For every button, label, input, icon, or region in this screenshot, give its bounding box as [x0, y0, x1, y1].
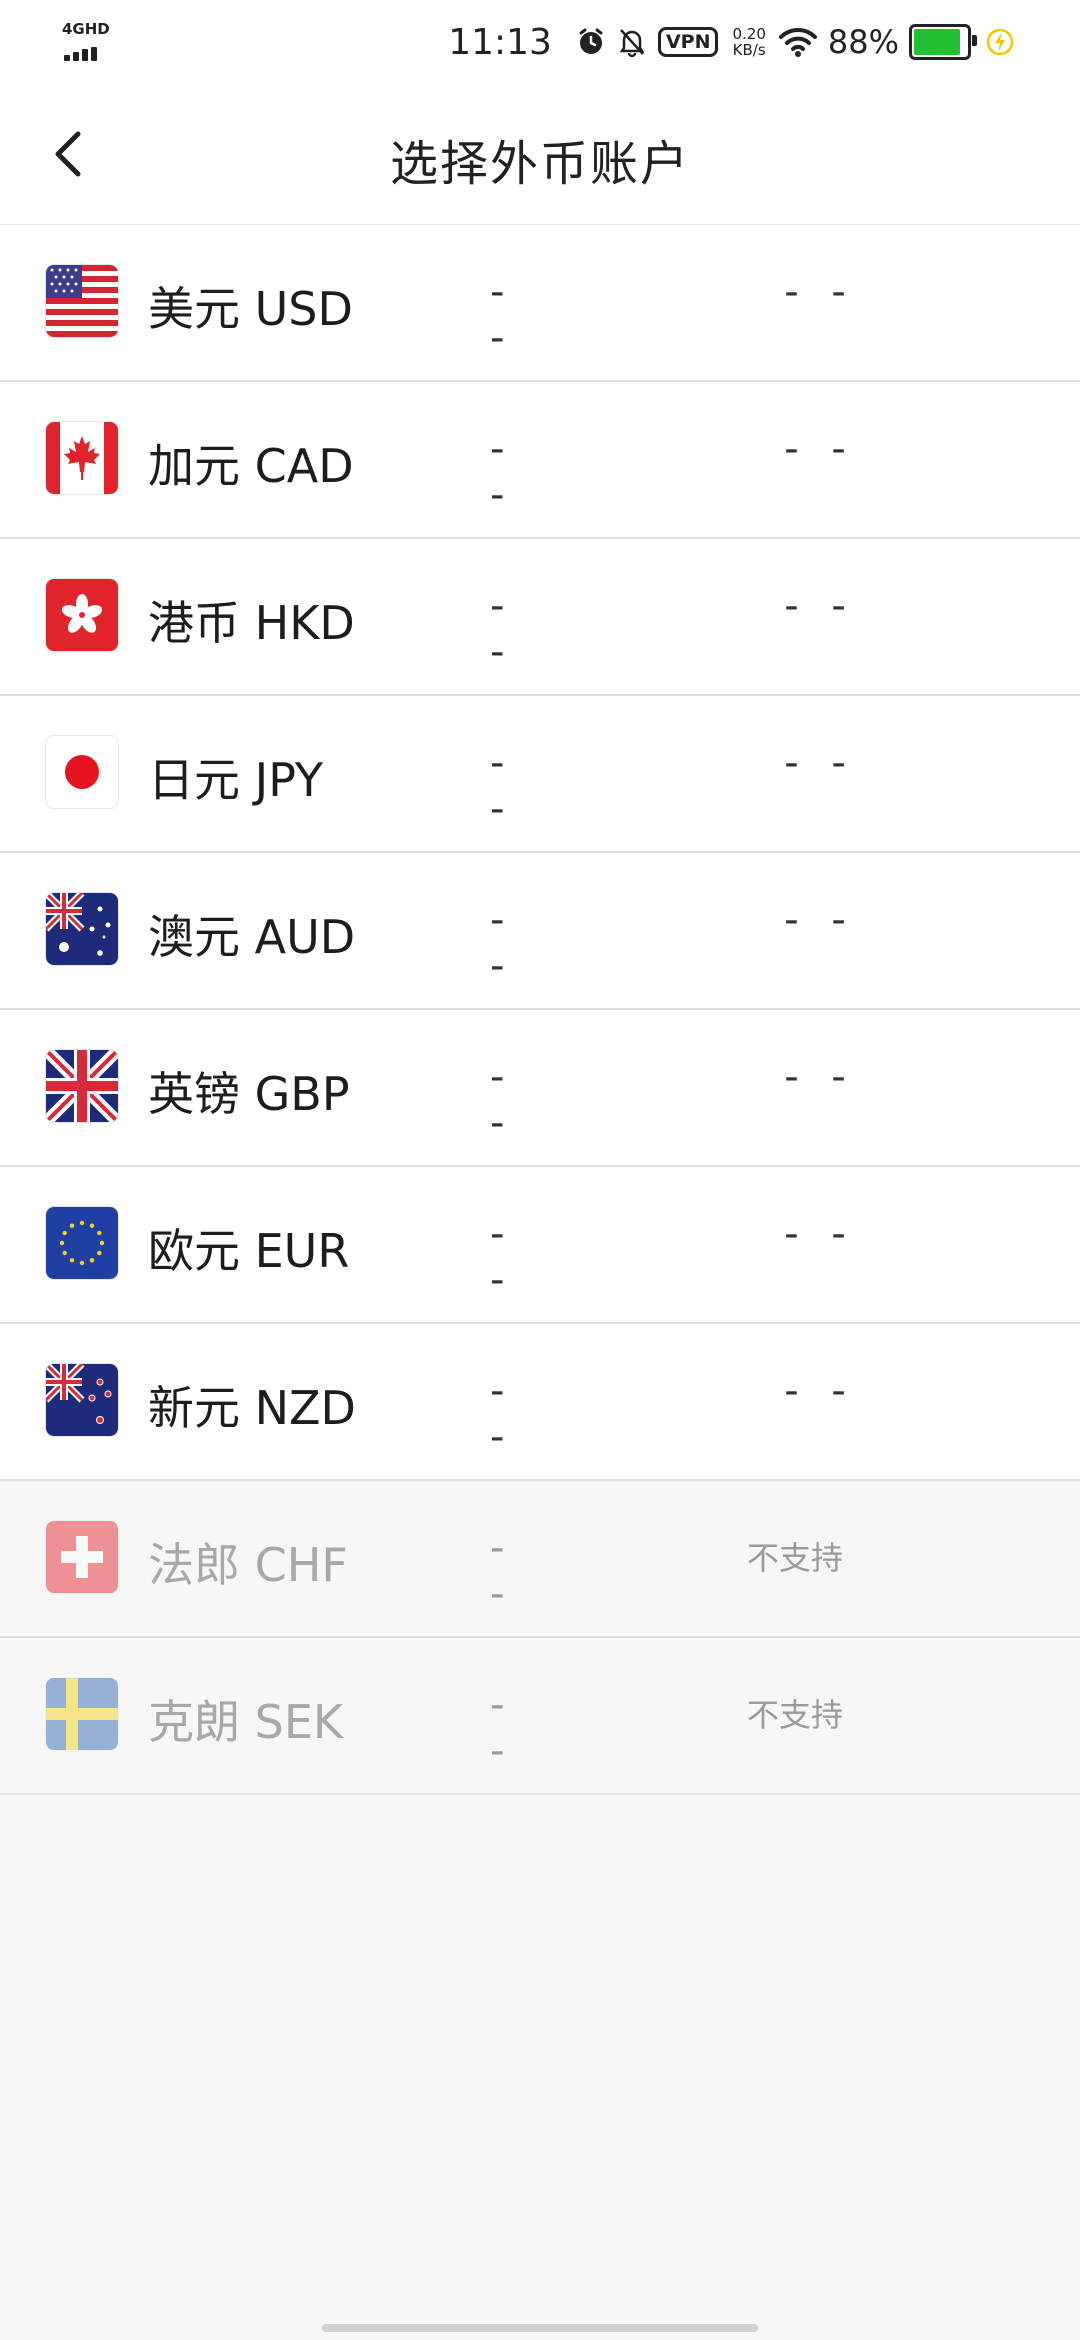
canada-flag-icon — [46, 422, 118, 494]
currency-row-gbp[interactable]: 英镑 GBP - - - - — [0, 1010, 1080, 1167]
currency-row-hkd[interactable]: 港币 HKD - - - - — [0, 539, 1080, 696]
switzerland-flag-icon — [46, 1521, 118, 1593]
currency-balance: - - — [490, 897, 515, 989]
currency-status: - - — [784, 1368, 856, 1414]
vpn-badge: VPN — [657, 27, 719, 57]
us-flag-icon — [46, 265, 118, 337]
currency-balance: - - — [490, 269, 515, 361]
battery-fill — [914, 29, 960, 55]
currency-row-jpy[interactable]: 日元 JPY - - - - — [0, 696, 1080, 853]
currency-status: - - — [784, 583, 856, 629]
new-zealand-flag-icon — [46, 1364, 118, 1436]
uk-flag-icon — [46, 1050, 118, 1122]
eu-flag-icon — [46, 1207, 118, 1279]
currency-name: 澳元 AUD — [148, 910, 356, 964]
currency-balance: - - — [490, 1368, 515, 1460]
currency-row-aud[interactable]: 澳元 AUD - - - - — [0, 853, 1080, 1010]
signal-indicator: 4GHD — [62, 20, 122, 61]
status-bar: 4GHD 11:13 VPN 0.20 KB/s 88% — [0, 0, 1080, 84]
wifi-icon — [778, 27, 817, 57]
currency-row-nzd[interactable]: 新元 NZD - - - - — [0, 1324, 1080, 1481]
bell-off-icon — [617, 26, 647, 58]
currency-row-cad[interactable]: 加元 CAD - - - - — [0, 382, 1080, 539]
home-indicator[interactable] — [322, 2324, 758, 2332]
battery-icon — [909, 24, 977, 60]
navigation-bar: 选择外币账户 — [0, 84, 1080, 225]
charging-icon — [985, 27, 1015, 57]
battery-percent: 88% — [827, 23, 899, 61]
currency-row-chf: 法郎 CHF - - 不支持 — [0, 1481, 1080, 1638]
currency-status: - - — [784, 1054, 856, 1100]
currency-balance: - - — [490, 740, 515, 832]
currency-name: 日元 JPY — [148, 753, 324, 807]
currency-balance: - - — [490, 1525, 515, 1617]
currency-name: 法郎 CHF — [148, 1538, 348, 1592]
speed-unit: KB/s — [732, 41, 766, 59]
sweden-flag-icon — [46, 1678, 118, 1750]
currency-name: 美元 USD — [148, 282, 353, 336]
currency-balance: - - — [490, 426, 515, 518]
currency-balance: - - — [490, 1211, 515, 1303]
currency-name: 新元 NZD — [148, 1381, 356, 1435]
signal-bars-icon — [64, 42, 100, 61]
currency-row-sek: 克朗 SEK - - 不支持 — [0, 1638, 1080, 1795]
unsupported-label: 不支持 — [746, 1539, 843, 1577]
currency-name: 加元 CAD — [148, 439, 354, 493]
page-title: 选择外币账户 — [389, 136, 690, 192]
currency-name: 欧元 EUR — [148, 1224, 350, 1278]
currency-name: 克朗 SEK — [148, 1695, 344, 1749]
currency-balance: - - — [490, 1054, 515, 1146]
network-speed: 0.20 KB/s — [732, 26, 765, 58]
currency-status: - - — [784, 897, 856, 943]
japan-flag-icon — [46, 736, 118, 808]
australia-flag-icon — [46, 893, 118, 965]
network-type: 4GHD — [62, 20, 110, 38]
currency-status: - - — [784, 740, 856, 786]
currency-name: 英镑 GBP — [148, 1067, 350, 1121]
alarm-icon — [575, 26, 607, 58]
currency-list: 美元 USD - - - - 加元 CAD - - - - 港币 HKD - -… — [0, 225, 1080, 1795]
status-time: 11:13 — [448, 21, 552, 63]
currency-balance: - - — [490, 583, 515, 675]
currency-name: 港币 HKD — [148, 596, 355, 650]
currency-row-eur[interactable]: 欧元 EUR - - - - — [0, 1167, 1080, 1324]
currency-status: - - — [784, 426, 856, 472]
currency-balance: - - — [490, 1682, 515, 1774]
unsupported-label: 不支持 — [746, 1696, 843, 1734]
currency-row-usd[interactable]: 美元 USD - - - - — [0, 225, 1080, 382]
currency-status: - - — [784, 269, 856, 315]
currency-status: - - — [784, 1211, 856, 1257]
hong-kong-flag-icon — [46, 579, 118, 651]
